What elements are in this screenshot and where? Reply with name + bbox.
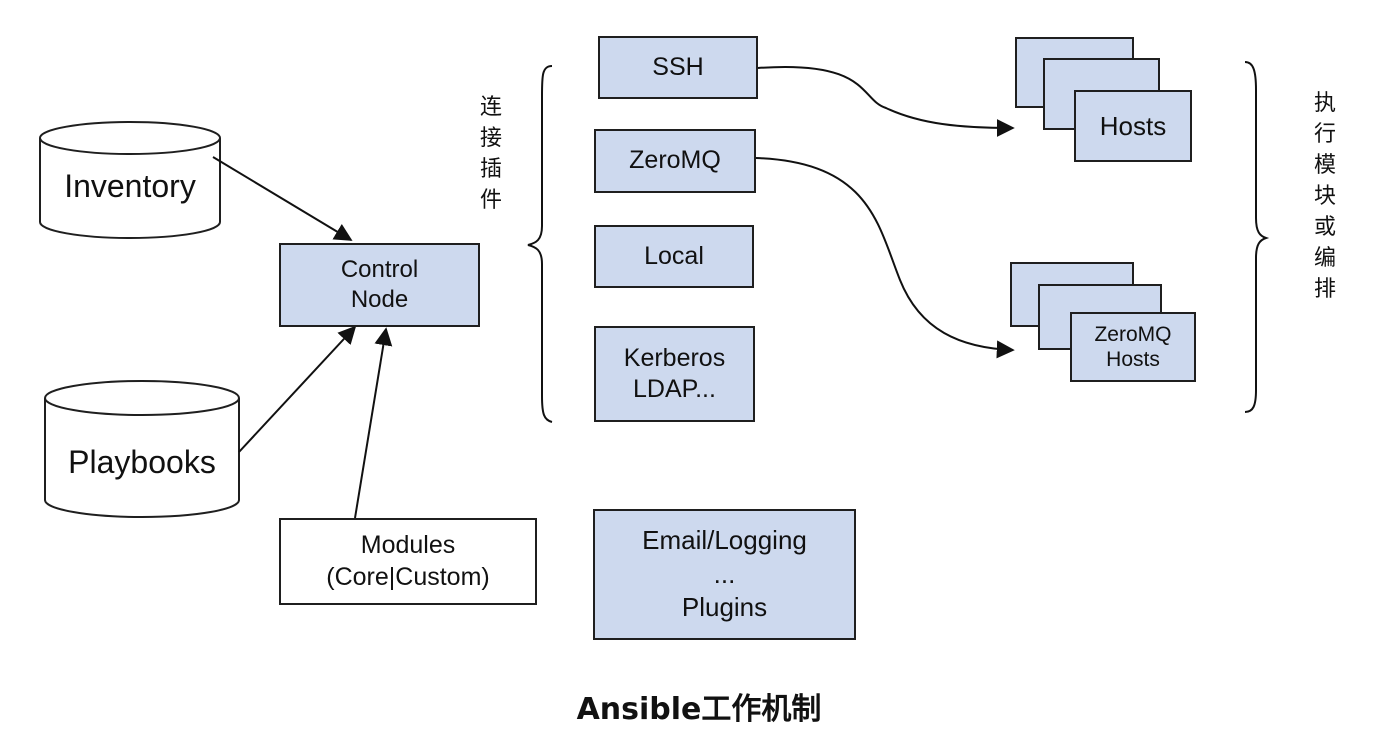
connection-label-char: 接 <box>479 126 502 151</box>
control-node: Control Node <box>279 243 480 327</box>
connection-label-char: 件 <box>479 188 502 213</box>
arrow-zeromq-to-zeromq-hosts <box>755 157 1015 359</box>
execution-label-char: 编 <box>1313 246 1336 271</box>
execution-label-char: 排 <box>1313 277 1336 302</box>
arrow-inventory-to-control <box>212 156 353 241</box>
plugins-box: Email/Logging ... Plugins <box>593 509 856 640</box>
arrow-playbooks-to-control <box>238 325 357 453</box>
connection-brace <box>527 65 553 423</box>
ssh-label: SSH <box>652 52 704 81</box>
kerberos-line-2: LDAP... <box>633 375 716 403</box>
hosts-box: Hosts <box>1074 90 1192 162</box>
connection-label-char: 插 <box>479 157 502 182</box>
plugins-line-3: Plugins <box>681 592 768 623</box>
plugins-line-2: ... <box>713 558 736 589</box>
arrow-ssh-to-hosts <box>757 65 1015 137</box>
execution-label: 执 行 模 块 或 编 排 <box>1310 88 1340 305</box>
playbooks-label: Playbooks <box>68 444 216 480</box>
control-node-line-2: Node <box>350 286 409 313</box>
plugins-line-1: Email/Logging <box>642 524 807 555</box>
ssh-box: SSH <box>598 36 758 99</box>
diagram-caption: Ansible工作机制 <box>576 692 822 727</box>
zeromq-label: ZeroMQ <box>629 146 721 175</box>
control-node-line-1: Control <box>340 256 419 283</box>
arrow-modules-to-control <box>354 327 393 519</box>
local-label: Local <box>644 241 704 270</box>
kerberos-box: Kerberos LDAP... <box>594 326 755 422</box>
execution-label-char: 执 <box>1313 91 1336 116</box>
zeromq-box: ZeroMQ <box>594 129 756 193</box>
modules-box: Modules (Core|Custom) <box>279 518 537 605</box>
zeromq-hosts-box: ZeroMQ Hosts <box>1070 312 1196 382</box>
execution-label-char: 或 <box>1313 215 1336 240</box>
modules-line-2: (Core|Custom) <box>326 562 490 591</box>
local-box: Local <box>594 225 754 288</box>
inventory-label: Inventory <box>64 168 196 204</box>
connection-plugins-label: 连 接 插 件 <box>476 92 506 216</box>
zeromq-hosts-line-1: ZeroMQ <box>1094 322 1172 346</box>
connection-label-char: 连 <box>479 95 502 120</box>
zeromq-hosts-line-2: Hosts <box>1106 348 1160 371</box>
kerberos-line-1: Kerberos <box>623 343 726 372</box>
execution-label-char: 行 <box>1313 122 1336 147</box>
modules-line-1: Modules <box>360 531 456 560</box>
hosts-label: Hosts <box>1099 110 1167 141</box>
execution-brace <box>1244 61 1270 413</box>
execution-label-char: 块 <box>1313 184 1336 209</box>
execution-label-char: 模 <box>1313 153 1336 178</box>
